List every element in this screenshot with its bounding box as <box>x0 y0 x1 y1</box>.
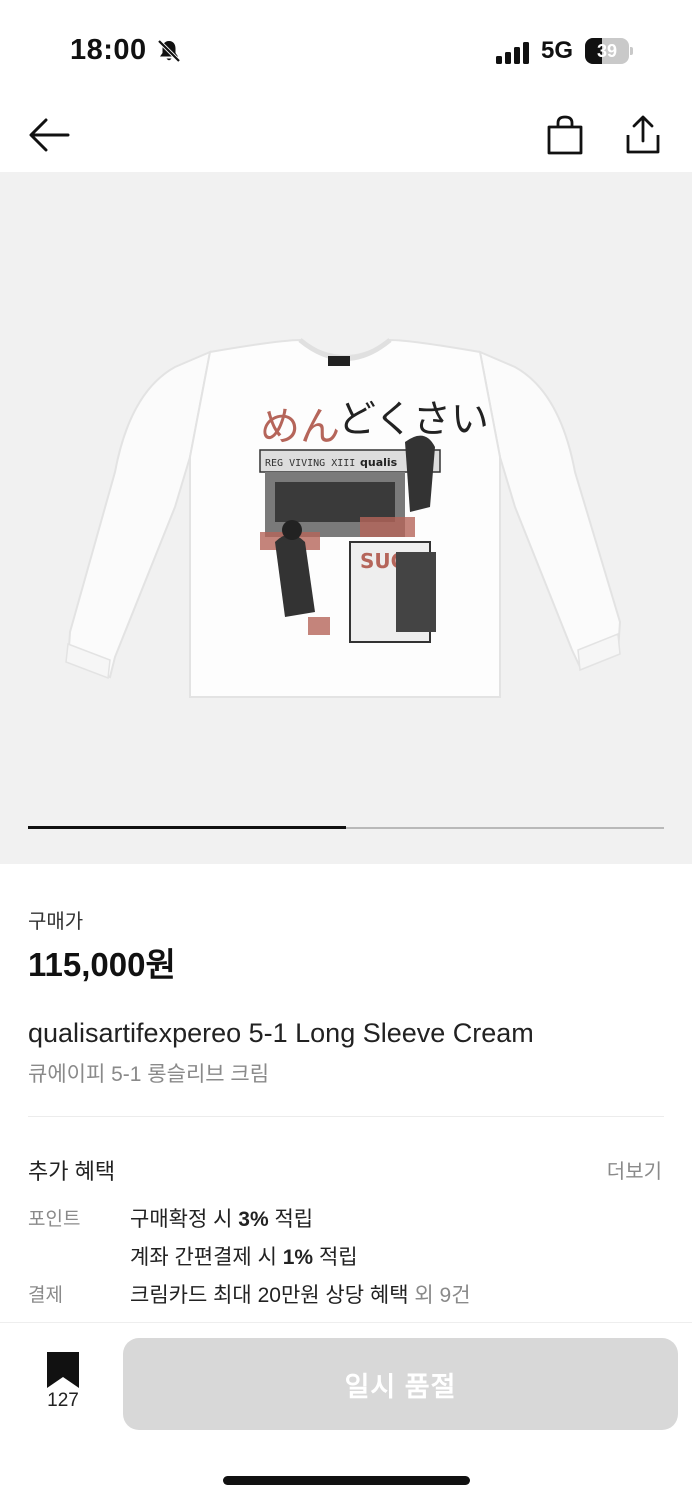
status-time: 18:00 <box>70 34 147 66</box>
print-kana-2: どくさい <box>338 397 489 441</box>
home-indicator <box>223 1476 470 1485</box>
arrow-left-icon <box>29 118 70 152</box>
gallery-progress-bar <box>28 826 664 829</box>
point-benefit-1: 구매확정 시 3% 적립 <box>130 1208 314 1231</box>
print-kana-1: めん <box>260 404 340 450</box>
point-label: 포인트 <box>28 1209 81 1230</box>
print-banner: REG VIVING XIII <box>265 458 355 469</box>
section-divider <box>28 1116 664 1117</box>
cellular-signal-icon <box>496 42 529 64</box>
product-title-en: qualisartifexpereo 5-1 Long Sleeve Cream <box>28 1018 534 1048</box>
product-title-ko: 큐에이피 5-1 롱슬리브 크림 <box>28 1063 270 1086</box>
network-type: 5G <box>541 37 574 64</box>
bookmark-count: 127 <box>47 1390 79 1411</box>
cart-button[interactable] <box>540 110 590 160</box>
status-bar: 18:00 5G 39 <box>0 0 692 100</box>
share-icon <box>626 115 660 154</box>
battery-icon: 39 <box>585 38 633 64</box>
gallery-progress-fill <box>28 826 346 829</box>
sold-out-button[interactable]: 일시 품절 <box>123 1338 678 1430</box>
bottom-bar-divider <box>0 1322 692 1323</box>
payment-benefit: 크림카드 최대 20만원 상당 혜택 외 9건 <box>130 1284 471 1307</box>
bell-muted-icon <box>157 39 181 63</box>
point-benefit-2: 계좌 간편결제 시 1% 적립 <box>130 1246 358 1269</box>
benefits-more-link[interactable]: 더보기 <box>607 1155 662 1184</box>
top-nav <box>0 100 692 172</box>
shopping-bag-icon <box>547 115 583 155</box>
print-brand: qualis <box>360 456 398 469</box>
product-image-gallery[interactable]: めん どくさい REG VIVING XIII qualis SUCK <box>0 172 692 864</box>
share-button[interactable] <box>618 110 668 160</box>
benefits-title: 추가 혜택 <box>28 1159 116 1184</box>
bookmark-button[interactable]: 127 <box>28 1350 98 1420</box>
product-price: 115,000원 <box>28 946 176 983</box>
payment-label: 결제 <box>28 1285 63 1306</box>
product-image: めん どくさい REG VIVING XIII qualis SUCK <box>65 338 622 698</box>
price-label: 구매가 <box>28 911 84 933</box>
back-button[interactable] <box>24 110 74 160</box>
bookmark-icon <box>47 1352 79 1388</box>
battery-percent: 39 <box>596 41 618 61</box>
